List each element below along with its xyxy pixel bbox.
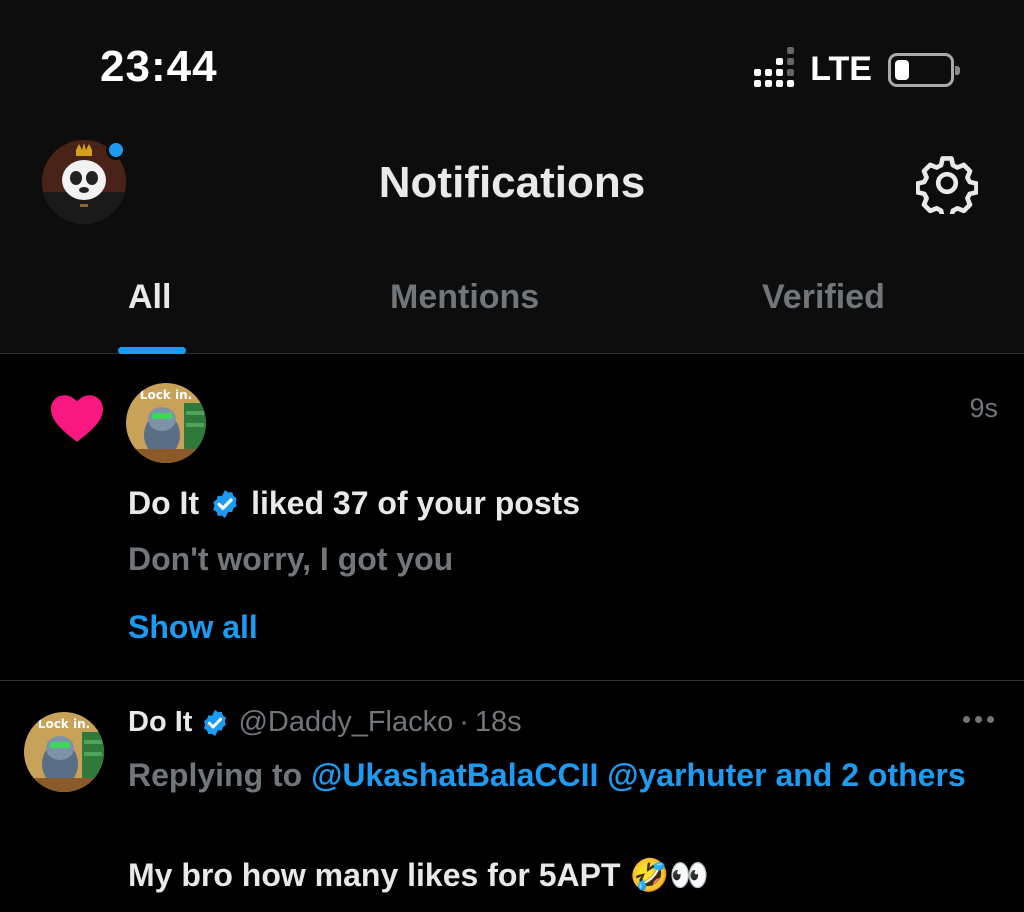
avatar-text: Lock in. — [38, 717, 90, 731]
post-header: Do It @Daddy_Flacko · 18s — [128, 706, 522, 739]
tab-mentions[interactable]: Mentions — [390, 278, 539, 317]
status-indicators: LTE — [754, 46, 960, 89]
unread-dot — [106, 140, 126, 160]
network-label: LTE — [810, 50, 872, 88]
verified-badge-icon — [204, 709, 227, 736]
tab-all[interactable]: All — [128, 278, 171, 317]
avatar-text: Lock in. — [140, 388, 192, 402]
post-preview: Don't worry, I got you — [128, 541, 454, 577]
notifications-header: Notifications All Mentions Verified — [0, 130, 1024, 354]
replying-prefix: Replying to — [128, 757, 303, 793]
author-handle[interactable]: @Daddy_Flacko — [238, 706, 453, 739]
reply-post[interactable]: Lock in. Do It @Daddy_Flacko · 18s Reply… — [0, 682, 1024, 912]
heart-icon — [51, 395, 103, 442]
page-title: Notifications — [378, 158, 646, 207]
author-name[interactable]: Do It — [128, 706, 192, 739]
separator-dot: · — [459, 706, 469, 738]
post-time: 18s — [474, 706, 522, 738]
actor-name[interactable]: Do It — [128, 485, 199, 522]
mention-link[interactable]: @UkashatBalaCCII — [311, 757, 598, 793]
mention-link[interactable]: @yarhuter — [607, 757, 766, 793]
author-avatar[interactable]: Lock in. — [24, 712, 104, 792]
status-bar: 23:44 LTE — [0, 0, 1024, 130]
notification-summary: Do It liked 37 of your posts — [128, 485, 580, 522]
settings-gear-icon[interactable] — [916, 152, 978, 214]
and-others-link[interactable]: and 2 others — [775, 757, 965, 793]
tab-verified[interactable]: Verified — [762, 278, 885, 317]
battery-icon — [888, 52, 960, 87]
post-text: My bro how many likes for 5APT 🤣👀 — [128, 857, 710, 893]
status-time: 23:44 — [100, 42, 218, 91]
show-all-link[interactable]: Show all — [128, 609, 258, 646]
signal-icon — [754, 46, 795, 87]
replying-to: Replying to @UkashatBalaCCII @yarhuter a… — [128, 750, 968, 800]
verified-badge-icon — [213, 489, 237, 518]
active-tab-indicator — [118, 347, 186, 354]
more-options-icon[interactable] — [963, 716, 994, 723]
notification-tabs: All Mentions Verified — [0, 270, 1024, 354]
like-notification[interactable]: Lock in. 9s Do It liked 37 of your posts… — [0, 355, 1024, 681]
actor-avatar[interactable]: Lock in. — [126, 383, 206, 463]
notification-time: 9s — [969, 393, 998, 423]
action-text: liked 37 of your posts — [251, 485, 581, 521]
